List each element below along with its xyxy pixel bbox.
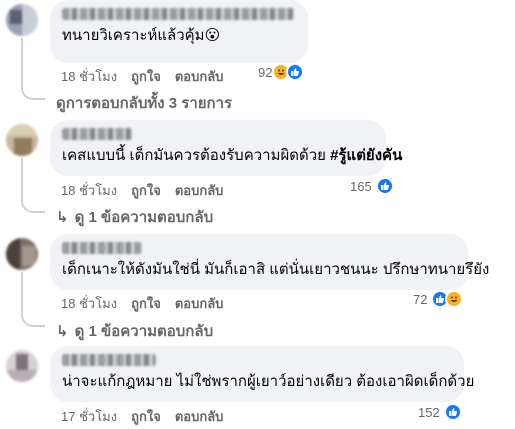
comment-text: เคสแบบนี้ เด็กมันควรต้องรับความผิดด้วย #… (62, 146, 402, 166)
hashtag-link[interactable]: #รู้แต่ยังคัน (330, 147, 402, 164)
avatar[interactable] (6, 124, 38, 156)
thread-connector (21, 272, 45, 327)
comment-actions: 18 ชั่วโมง ถูกใจ ตอบกลับ (61, 180, 223, 201)
comment-text: ทนายวิเคราะห์แล้วคุ้ม😮 (62, 27, 221, 44)
avatar[interactable] (6, 4, 38, 36)
like-button[interactable]: ถูกใจ (131, 66, 161, 87)
timestamp[interactable]: 18 ชั่วโมง (61, 180, 117, 201)
haha-icon (445, 290, 464, 308)
comment-bubble: น่าจะแก้กฎหมาย ไม่ใช่พรากผู้เยาว์อย่างเด… (50, 346, 475, 402)
reply-button[interactable]: ตอบกลับ (175, 180, 224, 201)
reaction-summary[interactable]: 92 (258, 63, 305, 81)
thread-connector (21, 158, 45, 213)
replies-link-label: ดูการตอบกลับทั้ง 3 รายการ (56, 95, 233, 112)
comment-actions: 17 ชั่วโมง ถูกใจ ตอบกลับ (61, 406, 223, 427)
reaction-summary[interactable]: 152 (418, 403, 462, 421)
author-name-blurred[interactable] (62, 128, 132, 140)
comment-actions: 18 ชั่วโมง ถูกใจ ตอบกลับ (61, 66, 223, 87)
author-name-blurred[interactable] (62, 8, 294, 20)
like-icon (286, 63, 305, 81)
reaction-count: 152 (418, 404, 440, 420)
like-button[interactable]: ถูกใจ (131, 406, 161, 427)
reaction-count: 72 (413, 291, 428, 307)
author-name-blurred[interactable] (62, 242, 142, 254)
reply-arrow-icon: ↳ (56, 209, 69, 226)
view-replies-link[interactable]: ↳ ดู 1 ข้อความตอบกลับ (56, 319, 213, 343)
reply-arrow-icon: ↳ (56, 323, 69, 340)
reply-button[interactable]: ตอบกลับ (175, 66, 224, 87)
author-name-blurred[interactable] (62, 354, 156, 366)
comment-bubble: เด็กเนาะให้ดังมันใช่นี่ มันก็เอาสิ แต่นั… (50, 234, 490, 290)
comment-actions: 18 ชั่วโมง ถูกใจ ตอบกลับ (61, 293, 223, 314)
comment-text-body: เคสแบบนี้ เด็กมันควรต้องรับความผิดด้วย (62, 147, 331, 164)
avatar[interactable] (6, 350, 38, 382)
replies-link-label: ดู 1 ข้อความตอบกลับ (74, 323, 214, 340)
comment-text: เด็กเนาะให้ดังมันใช่นี่ มันก็เอาสิ แต่นั… (62, 261, 490, 278)
like-button[interactable]: ถูกใจ (131, 180, 161, 201)
reaction-count: 165 (350, 178, 372, 194)
thread-connector (21, 38, 45, 100)
comment-text: น่าจะแก้กฎหมาย ไม่ใช่พรากผู้เยาว์อย่างเด… (62, 373, 475, 390)
replies-link-label: ดู 1 ข้อความตอบกลับ (74, 209, 214, 226)
timestamp[interactable]: 17 ชั่วโมง (61, 406, 117, 427)
like-icon (443, 403, 462, 421)
view-replies-link[interactable]: ↳ ดู 1 ข้อความตอบกลับ (56, 205, 213, 229)
reaction-count: 92 (258, 64, 273, 80)
timestamp[interactable]: 18 ชั่วโมง (61, 293, 117, 314)
timestamp[interactable]: 18 ชั่วโมง (61, 66, 117, 87)
reply-button[interactable]: ตอบกลับ (175, 293, 224, 314)
like-icon (375, 177, 394, 195)
comment-bubble: เคสแบบนี้ เด็กมันควรต้องรับความผิดด้วย #… (50, 120, 402, 176)
avatar[interactable] (6, 238, 38, 270)
like-button[interactable]: ถูกใจ (131, 293, 161, 314)
reaction-summary[interactable]: 165 (350, 177, 394, 195)
reaction-summary[interactable]: 72 (413, 290, 464, 308)
comment-bubble: ทนายวิเคราะห์แล้วคุ้ม😮 (50, 0, 308, 63)
view-replies-link[interactable]: ดูการตอบกลับทั้ง 3 รายการ (56, 91, 232, 115)
reply-button[interactable]: ตอบกลับ (175, 406, 224, 427)
